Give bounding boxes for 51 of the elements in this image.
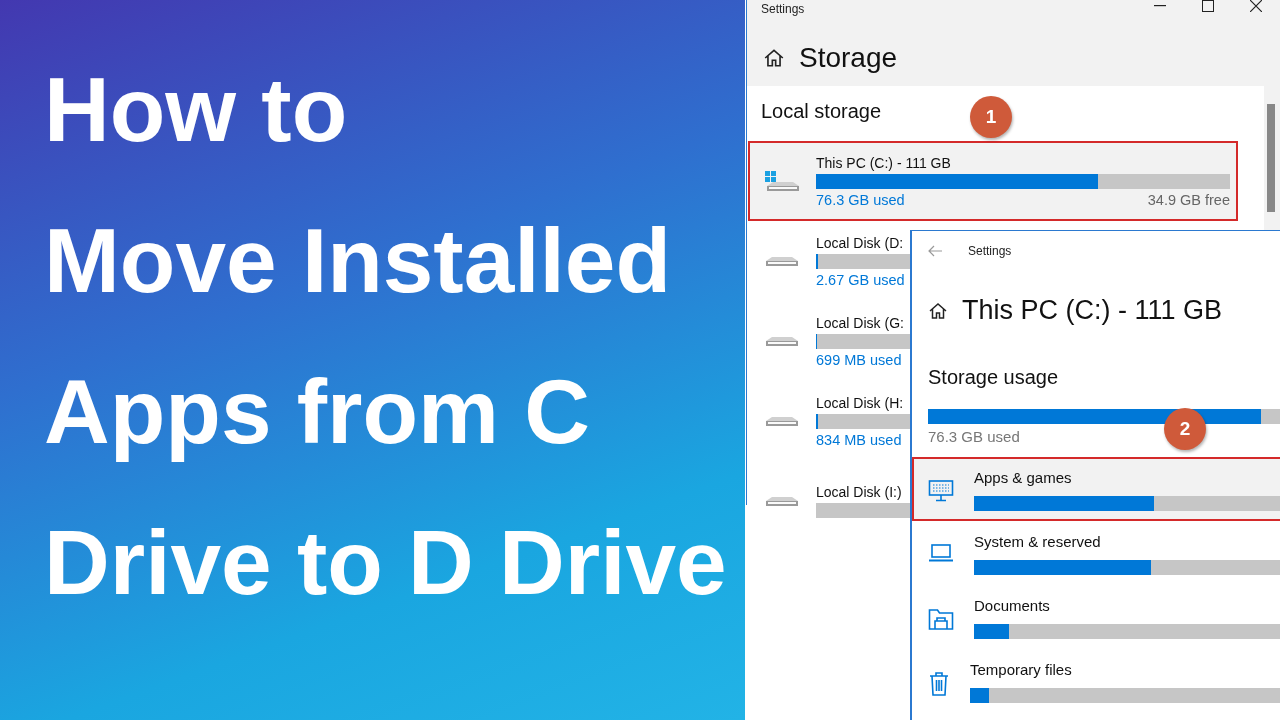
drive-item[interactable]: Local Disk (H: 834 MB used xyxy=(748,381,910,461)
category-name: Apps & games xyxy=(974,469,1073,486)
folder-icon xyxy=(928,607,954,631)
drive-icon xyxy=(766,496,798,506)
monitor-icon xyxy=(928,479,954,503)
used-text: 834 MB used xyxy=(816,431,902,448)
drive-item[interactable]: Local Disk (D: 2.67 GB used xyxy=(748,221,910,301)
window-title: Settings xyxy=(761,1,806,16)
used-text: 699 MB used xyxy=(816,351,902,368)
title-text: Drive to D Drive xyxy=(44,511,727,615)
minimize-icon[interactable] xyxy=(1154,5,1166,7)
drive-item[interactable]: Local Disk (G: 699 MB used xyxy=(748,301,910,381)
drive-icon xyxy=(765,171,799,191)
category-name: System & reserved xyxy=(974,533,1102,550)
drive-item[interactable]: Local Disk (I:) xyxy=(748,461,910,541)
drive-item[interactable]: This PC (C:) - 111 GB 76.3 GB used 34.9 GB free xyxy=(748,141,1238,221)
trash-icon xyxy=(928,671,950,697)
category-name: Temporary files xyxy=(970,661,1073,678)
page-heading: Storage xyxy=(799,42,898,74)
drive-name: This PC (C:) - 111 GB xyxy=(816,154,952,171)
used-text: 2.67 GB used xyxy=(816,271,905,288)
title-text: Move Installed xyxy=(44,209,672,313)
close-icon[interactable] xyxy=(1250,0,1262,12)
step-badge: 1 xyxy=(970,96,1012,138)
category-item[interactable]: Temporary files xyxy=(912,649,1280,713)
free-text: 34.9 GB free xyxy=(1147,191,1230,208)
used-text: 76.3 GB used xyxy=(816,191,905,208)
used-text: 76.3 GB used xyxy=(928,428,1020,445)
drive-icon xyxy=(766,336,798,346)
home-icon[interactable] xyxy=(928,300,948,321)
laptop-icon xyxy=(928,543,954,563)
category-item[interactable]: Apps & games xyxy=(912,457,1280,521)
drive-icon xyxy=(766,256,798,266)
section-heading: Local storage xyxy=(761,100,882,123)
section-heading: Storage usage xyxy=(927,365,1060,389)
home-icon[interactable] xyxy=(763,47,785,69)
window-title: Settings xyxy=(968,244,1012,258)
category-name: Documents xyxy=(974,597,1051,614)
drive-name: Local Disk (H: xyxy=(816,394,905,411)
maximize-icon[interactable] xyxy=(1202,0,1214,12)
page-heading: This PC (C:) - 111 GB xyxy=(962,295,1223,326)
title-text: Apps from C xyxy=(44,360,590,464)
category-item[interactable]: System & reserved xyxy=(912,521,1280,585)
drive-name: Local Disk (I:) xyxy=(816,484,903,500)
step-badge: 2 xyxy=(1164,408,1206,450)
drive-icon xyxy=(766,416,798,426)
drive-name: Local Disk (G: xyxy=(816,314,905,331)
category-item[interactable]: Documents xyxy=(912,585,1280,649)
drive-name: Local Disk (D: xyxy=(816,234,905,251)
back-button[interactable] xyxy=(928,245,942,257)
title-text: How to xyxy=(44,58,348,162)
